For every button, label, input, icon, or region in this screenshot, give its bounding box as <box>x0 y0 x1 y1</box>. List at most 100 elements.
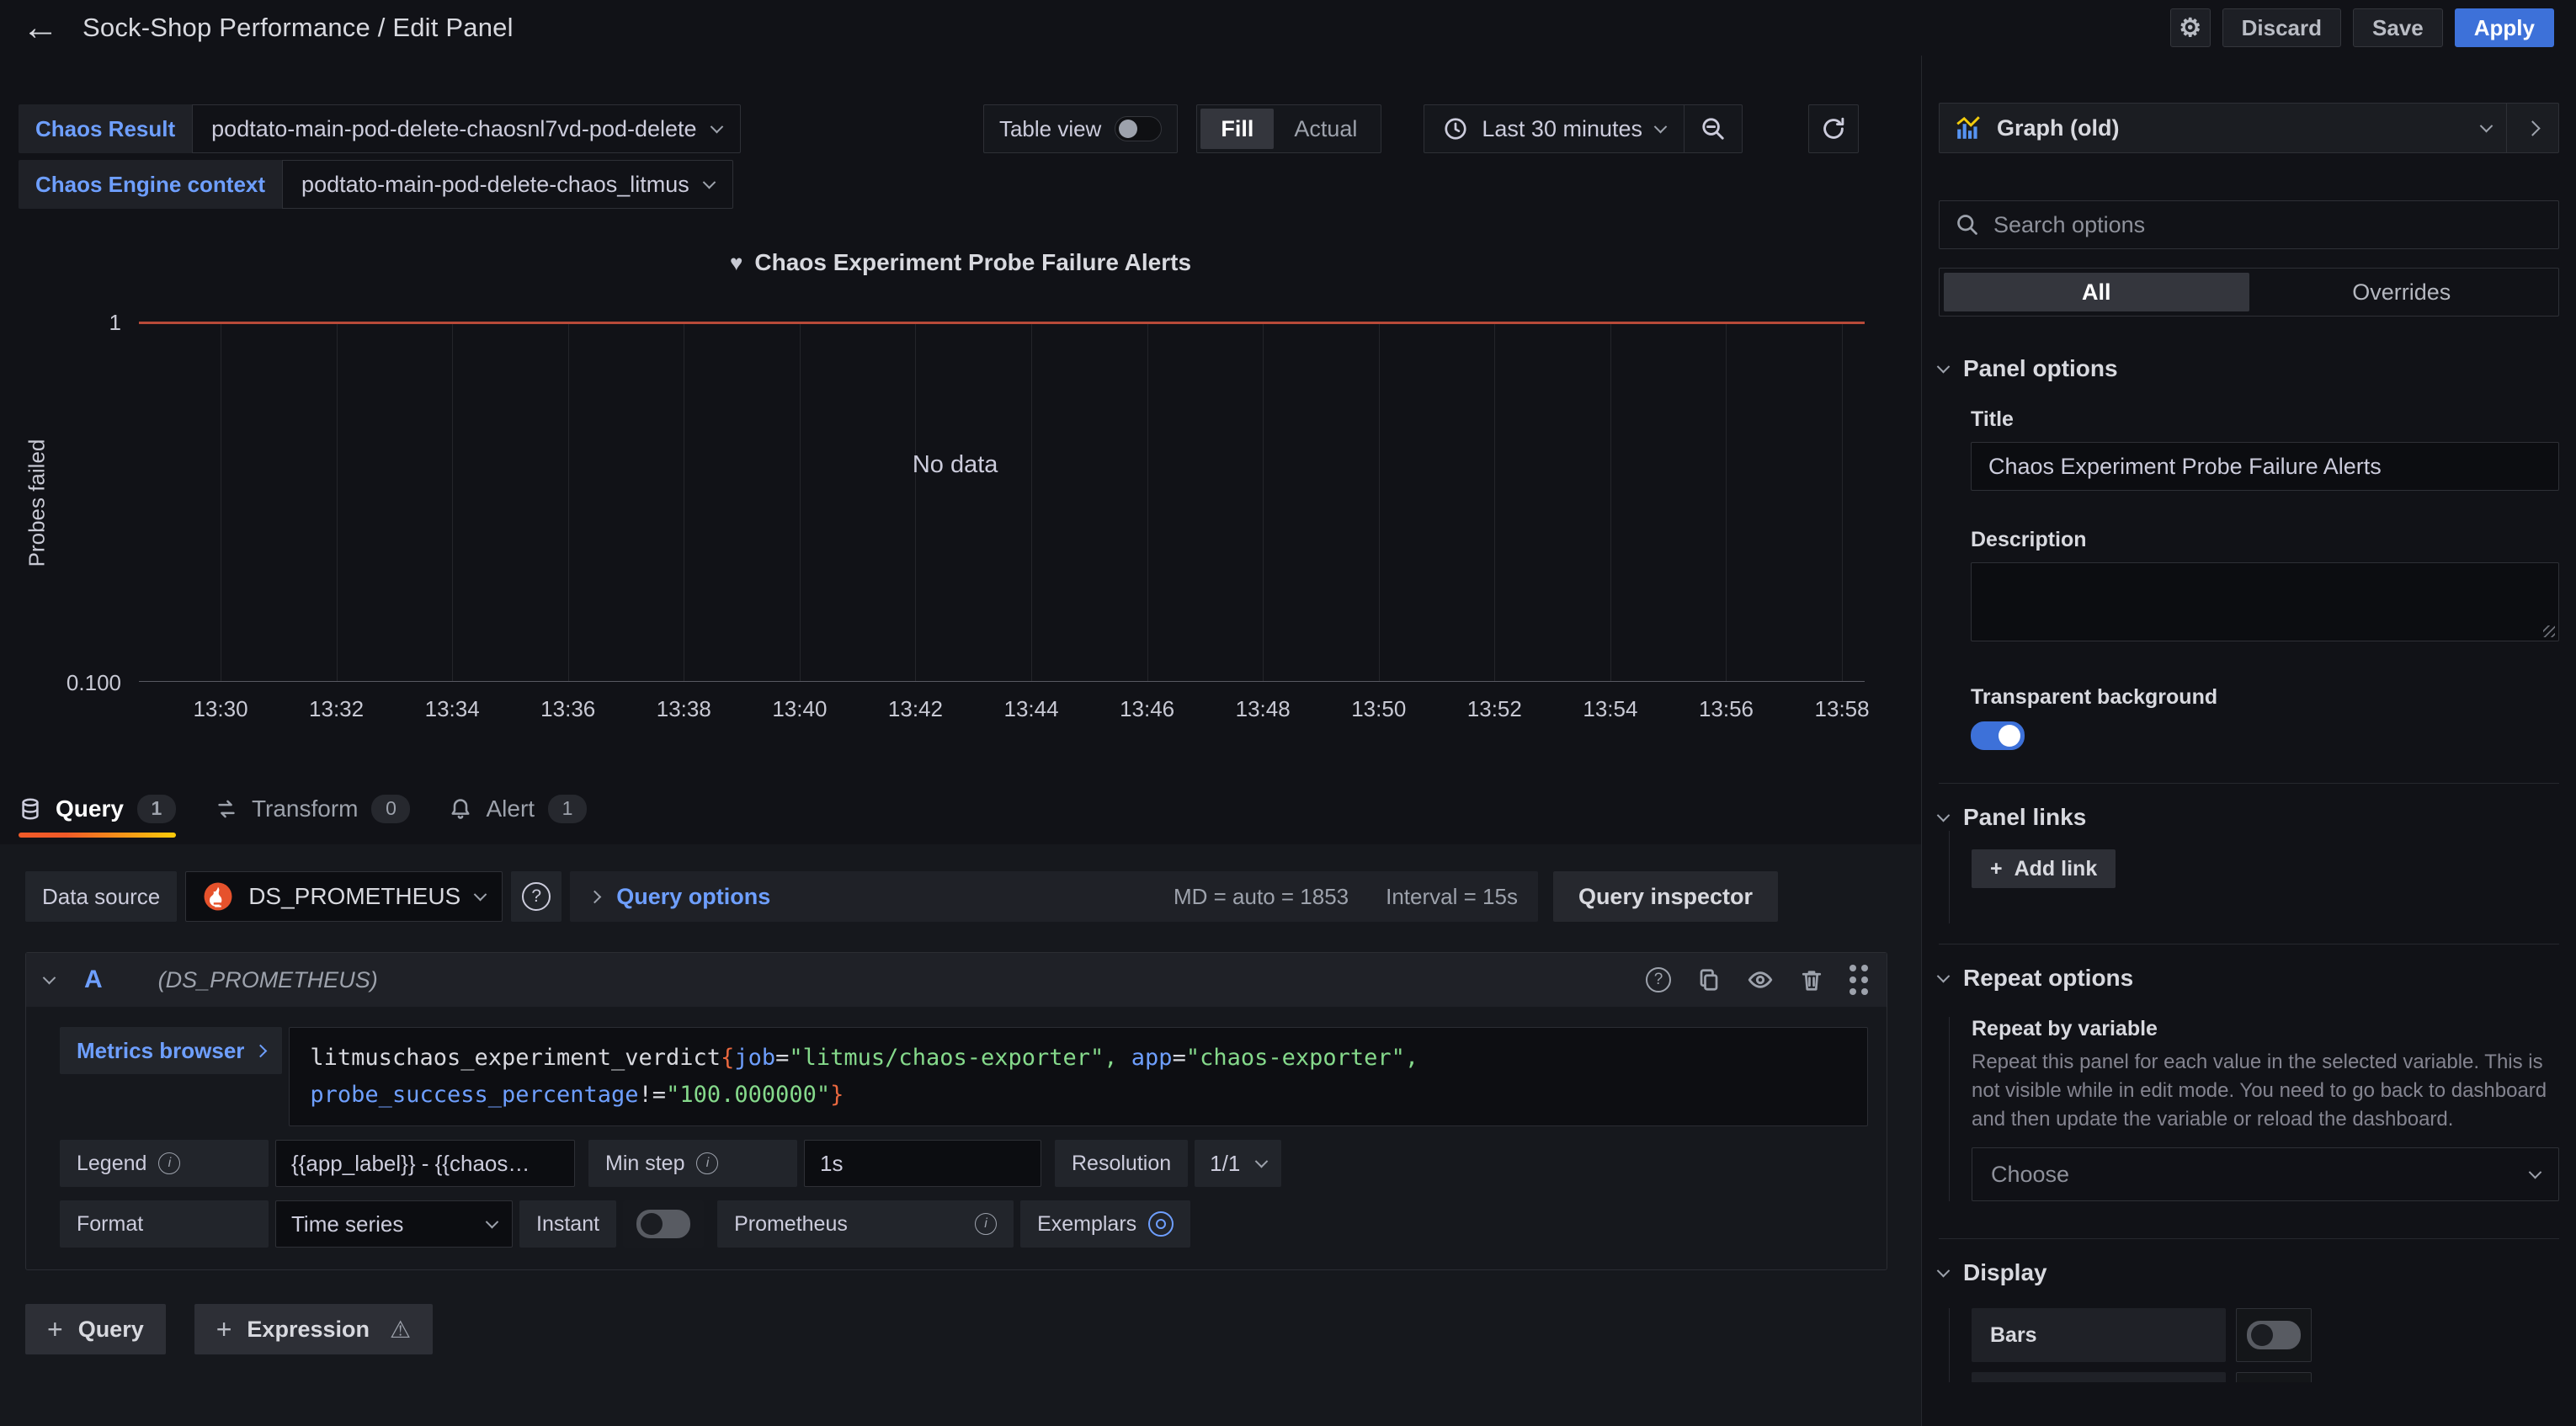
no-data-message: No data <box>913 451 998 479</box>
section-divider <box>1939 783 2559 784</box>
plus-icon: + <box>1990 857 2003 881</box>
x-tick-label: 13:36 <box>540 696 595 722</box>
display-header[interactable]: Display <box>1939 1259 2559 1286</box>
repeat-options-header[interactable]: Repeat options <box>1939 965 2559 992</box>
repeat-variable-select[interactable]: Choose <box>1972 1147 2559 1201</box>
metrics-browser-button[interactable]: Metrics browser <box>60 1027 282 1074</box>
fill-option[interactable]: Fill <box>1200 109 1274 149</box>
collapse-chevron-icon <box>1937 808 1951 822</box>
tab-transform[interactable]: Transform 0 <box>215 775 411 843</box>
plot-area[interactable]: No data 13:3013:3213:3413:3613:3813:4013… <box>139 322 1865 682</box>
x-tick-label: 13:54 <box>1583 696 1637 722</box>
display-body: Bars <box>1949 1308 2559 1382</box>
legend-label: Legendi <box>60 1140 269 1187</box>
variable-value-dropdown[interactable]: podtato-main-pod-delete-chaosnl7vd-pod-d… <box>192 104 740 153</box>
x-tick-label: 13:38 <box>657 696 711 722</box>
resolution-select[interactable]: 1/1 <box>1195 1140 1281 1187</box>
instant-toggle[interactable] <box>636 1210 690 1238</box>
legend-input[interactable] <box>275 1140 575 1187</box>
add-expression-button[interactable]: + Expression ⚠ <box>194 1304 433 1354</box>
format-value: Time series <box>291 1211 403 1237</box>
panel-title-input[interactable] <box>1971 442 2559 491</box>
bars-toggle[interactable] <box>2247 1321 2301 1349</box>
promql-editor[interactable]: litmuschaos_experiment_verdict{job="litm… <box>289 1027 1868 1126</box>
visualization-picker[interactable]: Graph (old) <box>1939 103 2559 153</box>
grafana-edit-panel: ← Sock-Shop Performance / Edit Panel ⚙ D… <box>0 0 2576 1426</box>
time-range-button[interactable]: Last 30 minutes <box>1424 105 1684 152</box>
gridline <box>1379 324 1380 681</box>
query-editor: Metrics browser litmuschaos_experiment_v… <box>26 1007 1887 1269</box>
resize-handle[interactable] <box>2543 625 2555 637</box>
table-view-toggle[interactable] <box>1115 116 1162 141</box>
datasource-label: Data source <box>25 871 177 922</box>
gridline <box>1263 324 1264 681</box>
title-field-label: Title <box>1971 407 2559 432</box>
actual-option[interactable]: Actual <box>1274 109 1377 149</box>
table-view-control[interactable]: Table view <box>983 104 1178 153</box>
metrics-browser-label: Metrics browser <box>77 1038 244 1064</box>
visualization-name: Graph (old) <box>1997 115 2119 141</box>
apply-button[interactable]: Apply <box>2455 8 2554 47</box>
section-divider <box>1939 1238 2559 1239</box>
query-options-row-1: Legendi Min stepi Resolution 1/1 <box>60 1140 1868 1187</box>
x-tick-label: 13:56 <box>1699 696 1754 722</box>
datasource-help-button[interactable]: ? <box>511 871 562 922</box>
add-query-button[interactable]: + Query <box>25 1304 166 1354</box>
datasource-name: DS_PROMETHEUS <box>248 883 460 910</box>
format-label: Format <box>60 1200 269 1248</box>
plus-icon: + <box>47 1314 63 1345</box>
x-tick-label: 13:52 <box>1467 696 1522 722</box>
query-row-header[interactable]: A (DS_PROMETHEUS) ? <box>26 953 1887 1007</box>
query-inspector-button[interactable]: Query inspector <box>1553 871 1778 922</box>
tab-all[interactable]: All <box>1944 273 2249 311</box>
help-icon[interactable]: ? <box>1646 967 1671 992</box>
chart-title: ♥Chaos Experiment Probe Failure Alerts <box>0 249 1921 276</box>
search-options-input[interactable] <box>1993 212 2543 238</box>
format-select[interactable]: Time series <box>275 1200 513 1248</box>
fill-actual-segment: Fill Actual <box>1196 104 1381 153</box>
panel-settings-button[interactable]: ⚙ <box>2170 8 2211 47</box>
panel-options-header[interactable]: Panel options <box>1939 355 2559 382</box>
eye-icon[interactable] <box>1747 966 1774 993</box>
tab-label: Transform <box>252 795 359 822</box>
collapse-chevron-icon[interactable] <box>43 971 56 984</box>
transparent-bg-label: Transparent background <box>1971 685 2559 710</box>
tab-query[interactable]: Query 1 <box>19 775 176 843</box>
panel-links-header[interactable]: Panel links <box>1939 804 2559 831</box>
drag-handle-icon[interactable] <box>1850 965 1868 995</box>
repeat-description: Repeat this panel for each value in the … <box>1972 1048 2559 1134</box>
save-button[interactable]: Save <box>2353 8 2443 47</box>
transparent-bg-toggle[interactable] <box>1971 721 2025 750</box>
info-icon: i <box>975 1213 997 1235</box>
tab-alert[interactable]: Alert 1 <box>449 775 587 843</box>
variable-value-dropdown[interactable]: podtato-main-pod-delete-chaos_litmus <box>282 160 733 209</box>
options-sidebar: Graph (old) All Overrides Pa <box>1921 56 2576 1426</box>
tab-count-badge: 1 <box>137 795 176 823</box>
viz-picker-expand-button[interactable] <box>2506 104 2558 152</box>
back-arrow-icon[interactable]: ← <box>22 9 59 46</box>
header: ← Sock-Shop Performance / Edit Panel ⚙ D… <box>0 0 2576 56</box>
x-tick-label: 13:42 <box>888 696 943 722</box>
gridline <box>1147 324 1148 681</box>
variable-chaos-engine-context: Chaos Engine context podtato-main-pod-de… <box>19 160 741 209</box>
datasource-picker[interactable]: DS_PROMETHEUS <box>185 871 503 922</box>
refresh-button[interactable] <box>1808 104 1859 153</box>
zoom-out-button[interactable] <box>1684 105 1742 152</box>
query-options-bar[interactable]: Query options MD = auto = 1853 Interval … <box>570 871 1538 922</box>
panel-description-textarea[interactable] <box>1971 562 2559 641</box>
x-tick-label: 13:30 <box>193 696 247 722</box>
gridline <box>1842 324 1843 681</box>
trash-icon[interactable] <box>1799 967 1824 992</box>
page-title: Sock-Shop Performance / Edit Panel <box>82 13 514 43</box>
next-option-row-partial <box>1972 1372 2559 1382</box>
duplicate-icon[interactable] <box>1696 967 1722 992</box>
y-tick-label: 1 <box>37 310 121 336</box>
add-link-button[interactable]: + Add link <box>1972 849 2116 888</box>
exemplars-control[interactable]: Exemplars <box>1020 1200 1190 1248</box>
alert-heart-icon: ♥ <box>730 250 742 275</box>
gridline <box>1726 324 1727 681</box>
discard-button[interactable]: Discard <box>2222 8 2341 47</box>
min-step-input[interactable] <box>804 1140 1041 1187</box>
collapse-chevron-icon <box>1937 969 1951 982</box>
tab-overrides[interactable]: Overrides <box>2249 273 2555 311</box>
